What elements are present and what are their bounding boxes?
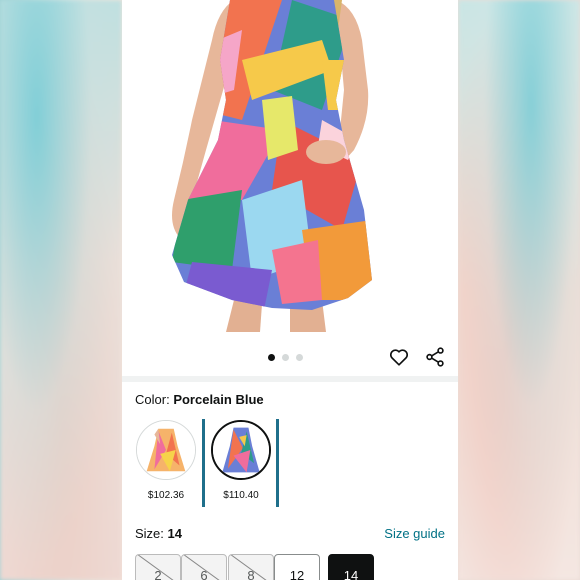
size-option-label: 6 — [200, 568, 208, 580]
color-value: Porcelain Blue — [173, 392, 264, 407]
dress-illustration — [172, 0, 372, 332]
product-image[interactable] — [122, 0, 458, 332]
blurred-background-right — [458, 0, 580, 580]
size-value: 14 — [167, 526, 182, 541]
blurred-background-left — [0, 0, 122, 580]
product-panel: Color: Porcelain Blue $102.36 $110.40 Si… — [122, 0, 458, 580]
swatch-thumbnail — [211, 420, 271, 480]
color-swatch-2[interactable]: $110.40 — [207, 418, 275, 506]
heart-icon[interactable] — [388, 346, 410, 368]
size-guide-link[interactable]: Size guide — [384, 526, 445, 541]
carousel-dot-1[interactable] — [268, 354, 275, 361]
share-icon[interactable] — [424, 346, 446, 368]
swatch-thumbnail — [136, 420, 196, 480]
carousel-dot-3[interactable] — [296, 354, 303, 361]
size-option-14[interactable]: 14 — [328, 554, 374, 580]
carousel-dots — [268, 354, 303, 361]
size-option-2[interactable]: 2 — [135, 554, 181, 580]
size-label: Size: — [135, 526, 164, 541]
size-option-label: 2 — [154, 568, 162, 580]
size-option-12[interactable]: 12 — [274, 554, 320, 580]
size-option-label: 12 — [289, 568, 305, 580]
color-swatch-1[interactable]: $102.36 — [132, 418, 200, 506]
size-option-label: 14 — [343, 568, 359, 580]
swatch-price: $110.40 — [223, 490, 259, 501]
section-divider — [122, 376, 458, 382]
size-option-label: 8 — [247, 568, 255, 580]
swatch-price: $102.36 — [147, 490, 185, 501]
size-option-8[interactable]: 8 — [228, 554, 274, 580]
color-selection-label: Color: Porcelain Blue — [135, 392, 264, 407]
selected-swatch-bar-left — [202, 419, 205, 507]
image-carousel-controls — [122, 340, 458, 374]
size-selection-label: Size: 14 — [135, 526, 182, 541]
color-label: Color: — [135, 392, 170, 407]
carousel-dot-2[interactable] — [282, 354, 289, 361]
selected-swatch-bar-right — [276, 419, 279, 507]
size-option-6[interactable]: 6 — [181, 554, 227, 580]
